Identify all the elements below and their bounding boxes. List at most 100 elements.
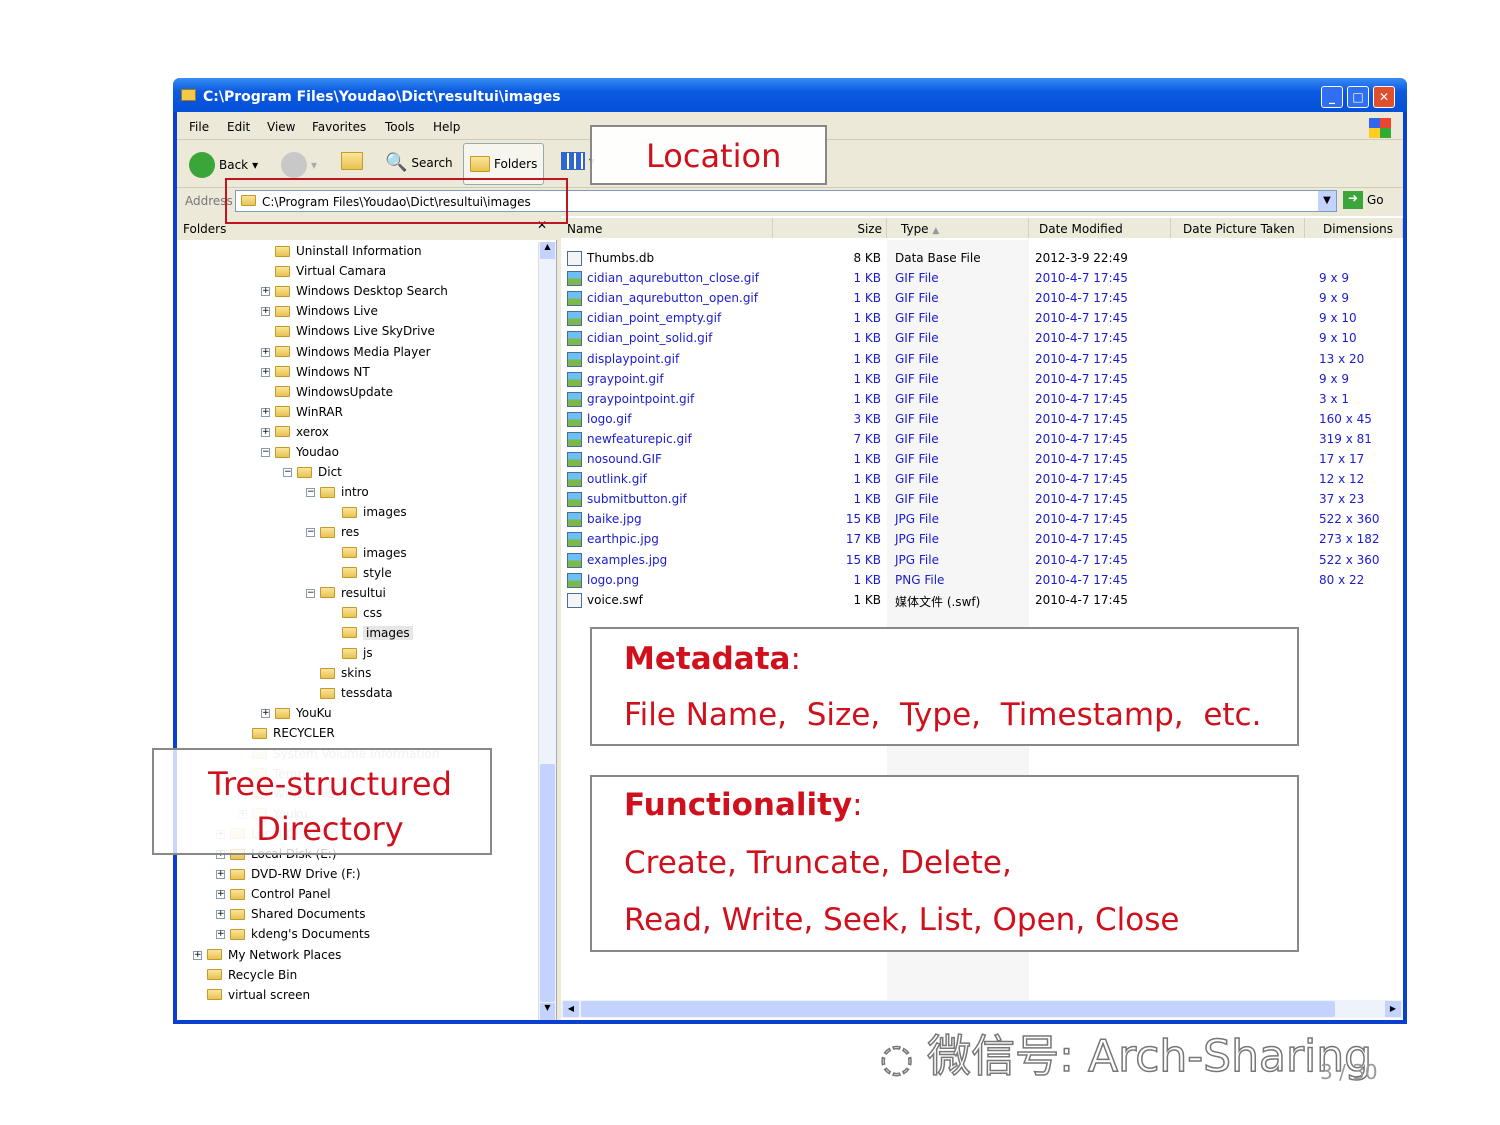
expand-icon[interactable]: + — [261, 347, 270, 357]
file-row[interactable]: graypoint.gif 1 KB GIF File 2010-4-7 17:45 9… — [561, 371, 1401, 389]
expand-icon[interactable]: + — [193, 950, 202, 960]
file-name: newfeaturepic.gif — [587, 431, 692, 446]
file-row[interactable]: voice.swf 1 KB 媒体文件 (.swf) 2010-4-7 17:45 — [561, 592, 1401, 610]
title-bar[interactable]: C:\Program Files\Youdao\Dict\resultui\im… — [173, 78, 1407, 112]
tree-item[interactable]: Recycle Bin — [207, 966, 297, 984]
minimize-button[interactable]: _ — [1321, 86, 1343, 108]
scroll-right-icon[interactable]: ▶ — [1385, 1001, 1401, 1017]
scroll-left-icon[interactable]: ◀ — [563, 1001, 579, 1017]
collapse-icon[interactable]: − — [283, 468, 292, 478]
menu-view[interactable]: View — [267, 120, 295, 134]
column-header-date-picture-taken[interactable]: Date Picture Taken — [1171, 218, 1305, 238]
close-button[interactable]: ✕ — [1373, 86, 1395, 108]
tree-item[interactable]: Dict — [297, 463, 342, 481]
file-row[interactable]: nosound.GIF 1 KB GIF File 2010-4-7 17:45 17 … — [561, 451, 1401, 469]
file-row[interactable]: baike.jpg 15 KB JPG File 2010-4-7 17:45 522 … — [561, 511, 1401, 529]
column-header-type[interactable]: Type ▲ — [887, 218, 1029, 238]
tree-vertical-scrollbar[interactable]: ▲ ▼ — [538, 242, 556, 1020]
menu-favorites[interactable]: Favorites — [312, 120, 366, 134]
list-horizontal-scrollbar[interactable]: ◀ ▶ — [561, 1000, 1403, 1018]
expand-icon[interactable]: + — [216, 910, 225, 920]
file-row[interactable]: cidian_point_empty.gif 1 KB GIF File 2010-4… — [561, 310, 1401, 328]
scroll-up-icon[interactable]: ▲ — [540, 242, 555, 259]
file-row[interactable]: displaypoint.gif 1 KB GIF File 2010-4-7 17:… — [561, 351, 1401, 369]
back-label: Back — [219, 158, 249, 172]
tree-item[interactable]: Youdao — [275, 443, 339, 461]
list-scroll-thumb[interactable] — [581, 1001, 1335, 1017]
tree-item[interactable]: css — [342, 604, 382, 622]
expand-icon[interactable]: + — [216, 930, 225, 940]
menu-edit[interactable]: Edit — [227, 120, 250, 134]
tree-item[interactable]: kdeng's Documents — [230, 925, 370, 943]
expand-icon[interactable]: + — [261, 407, 270, 417]
collapse-icon[interactable]: − — [306, 488, 315, 498]
file-row[interactable]: outlink.gif 1 KB GIF File 2010-4-7 17:45 12 … — [561, 471, 1401, 489]
tree-item[interactable]: skins — [320, 664, 371, 682]
file-row[interactable]: cidian_point_solid.gif 1 KB GIF File 2010-4… — [561, 330, 1401, 348]
file-row[interactable]: examples.jpg 15 KB JPG File 2010-4-7 17:45 5… — [561, 552, 1401, 570]
expand-icon[interactable]: + — [261, 427, 270, 437]
tree-item[interactable]: Uninstall Information — [275, 242, 422, 260]
tree-scroll-thumb[interactable] — [540, 764, 555, 1002]
up-folder-button[interactable] — [341, 152, 363, 170]
column-header-dimensions[interactable]: Dimensions — [1305, 218, 1403, 238]
back-button[interactable]: Back ▾ — [189, 152, 258, 178]
file-date-modified: 2010-4-7 17:45 — [1035, 391, 1128, 406]
tree-item[interactable]: Windows Live SkyDrive — [275, 322, 435, 340]
forward-button[interactable]: ▾ — [281, 152, 317, 178]
tree-item[interactable]: images — [342, 503, 407, 521]
expand-icon[interactable]: + — [216, 870, 225, 880]
tree-item[interactable]: My Network Places — [207, 946, 341, 964]
tree-item[interactable]: RECYCLER — [252, 724, 335, 742]
tree-item[interactable]: images — [342, 544, 407, 562]
file-row[interactable]: cidian_aqurebutton_close.gif 1 KB GIF File… — [561, 270, 1401, 288]
tree-item[interactable]: images — [342, 624, 413, 642]
column-header-size[interactable]: Size — [773, 218, 887, 238]
tree-item[interactable]: virtual screen — [207, 986, 310, 1004]
tree-item[interactable]: js — [342, 644, 373, 662]
file-row[interactable]: logo.png 1 KB PNG File 2010-4-7 17:45 80 x 2… — [561, 572, 1401, 590]
file-row[interactable]: logo.gif 3 KB GIF File 2010-4-7 17:45 160 x … — [561, 411, 1401, 429]
tree-item[interactable]: Windows Media Player — [275, 343, 431, 361]
scroll-down-icon[interactable]: ▼ — [540, 1003, 555, 1020]
tree-item[interactable]: tessdata — [320, 684, 393, 702]
tree-item[interactable]: style — [342, 564, 392, 582]
expand-icon[interactable]: + — [261, 287, 270, 297]
tree-item[interactable]: res — [320, 523, 359, 541]
menu-help[interactable]: Help — [433, 120, 460, 134]
tree-item[interactable]: resultui — [320, 584, 386, 602]
column-header-name[interactable]: Name — [561, 218, 773, 238]
menu-tools[interactable]: Tools — [385, 120, 415, 134]
collapse-icon[interactable]: − — [261, 448, 270, 457]
file-row[interactable]: Thumbs.db 8 KB Data Base File 2012-3-9 22:4… — [561, 250, 1401, 268]
tree-item[interactable]: WinRAR — [275, 403, 343, 421]
expand-icon[interactable]: + — [261, 307, 270, 317]
file-row[interactable]: earthpic.jpg 17 KB JPG File 2010-4-7 17:45 2… — [561, 531, 1401, 549]
tree-item[interactable]: YouKu — [275, 704, 332, 722]
tree-item[interactable]: xerox — [275, 423, 329, 441]
expand-icon[interactable]: + — [261, 367, 270, 377]
maximize-button[interactable]: □ — [1347, 86, 1369, 108]
tree-item[interactable]: DVD-RW Drive (F:) — [230, 865, 361, 883]
tree-item[interactable]: Virtual Camara — [275, 262, 386, 280]
file-row[interactable]: graypointpoint.gif 1 KB GIF File 2010-4-7 1… — [561, 391, 1401, 409]
address-dropdown-icon[interactable]: ▼ — [1318, 191, 1336, 211]
expand-icon[interactable]: + — [216, 890, 225, 900]
file-row[interactable]: submitbutton.gif 1 KB GIF File 2010-4-7 17:… — [561, 491, 1401, 509]
file-row[interactable]: newfeaturepic.gif 7 KB GIF File 2010-4-7 17… — [561, 431, 1401, 449]
tree-item[interactable]: WindowsUpdate — [275, 383, 393, 401]
tree-item[interactable]: Control Panel — [230, 885, 331, 903]
file-row[interactable]: cidian_aqurebutton_open.gif 1 KB GIF File 2… — [561, 290, 1401, 308]
collapse-icon[interactable]: − — [306, 528, 315, 538]
tree-item[interactable]: Windows Desktop Search — [275, 282, 448, 300]
go-button[interactable]: ➜ Go — [1343, 191, 1384, 209]
collapse-icon[interactable]: − — [306, 588, 315, 598]
menu-file[interactable]: File — [189, 120, 209, 134]
search-button[interactable]: 🔍 Search — [385, 152, 453, 173]
expand-icon[interactable]: + — [261, 709, 270, 719]
tree-item[interactable]: Shared Documents — [230, 905, 365, 923]
column-header-date-modified[interactable]: Date Modified — [1029, 218, 1171, 238]
tree-item[interactable]: intro — [320, 483, 369, 501]
tree-item[interactable]: Windows NT — [275, 363, 370, 381]
tree-item[interactable]: Windows Live — [275, 302, 378, 320]
